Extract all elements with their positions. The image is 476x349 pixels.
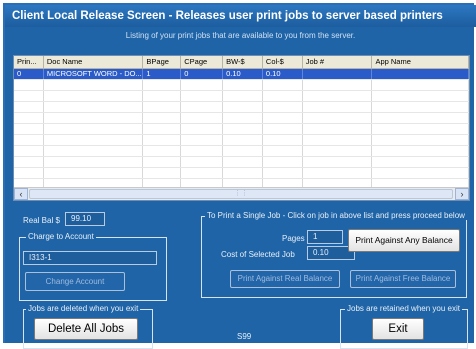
column-header-col-cost[interactable]: Col-$ — [263, 56, 303, 68]
column-header-doc-name[interactable]: Doc Name — [44, 56, 144, 68]
empty-row — [14, 157, 469, 168]
cell-app-name — [372, 69, 469, 79]
empty-row — [14, 135, 469, 146]
table-row[interactable]: 0 MICROSOFT WORD - DO... 1 0 0.10 0.10 — [14, 69, 469, 80]
cell-bpage: 1 — [143, 69, 182, 79]
empty-row — [14, 91, 469, 102]
empty-row — [14, 102, 469, 113]
pages-label: Pages — [282, 234, 305, 243]
cell-cpage: 0 — [181, 69, 224, 79]
real-balance-label: Real Bal $ — [23, 216, 60, 225]
pages-value: 1 — [307, 230, 343, 244]
column-header-cpage[interactable]: CPage — [181, 56, 224, 68]
exit-button[interactable]: Exit — [372, 318, 424, 340]
scroll-left-icon[interactable]: ‹ — [14, 188, 28, 200]
table-rows: 0 MICROSOFT WORD - DO... 1 0 0.10 0.10 — [14, 69, 469, 187]
column-header-job-number[interactable]: Job # — [303, 56, 373, 68]
list-subtitle: Listing of your print jobs that are avai… — [125, 31, 356, 40]
print-real-balance-button[interactable]: Print Against Real Balance — [230, 270, 340, 288]
empty-row — [14, 168, 469, 179]
delete-all-jobs-button[interactable]: Delete All Jobs — [34, 318, 138, 340]
cell-printer: 0 — [14, 69, 44, 79]
print-any-balance-button[interactable]: Print Against Any Balance — [348, 229, 460, 252]
empty-row — [14, 113, 469, 124]
column-header-app-name[interactable]: App Name — [372, 56, 469, 68]
column-header-bpage[interactable]: BPage — [143, 56, 182, 68]
charge-account-legend: Charge to Account — [26, 232, 96, 241]
empty-row — [14, 179, 469, 187]
real-balance-value: 99.10 — [65, 212, 105, 226]
change-account-button[interactable]: Change Account — [25, 272, 125, 291]
cell-bw-cost: 0.10 — [223, 69, 263, 79]
scroll-right-icon[interactable]: › — [455, 188, 469, 200]
charge-account-field[interactable]: I313-1 — [23, 251, 157, 265]
empty-row — [14, 146, 469, 157]
table-header: Prin... Doc Name BPage CPage BW-$ Col-$ … — [14, 56, 469, 69]
column-header-bw-cost[interactable]: BW-$ — [223, 56, 263, 68]
cost-label: Cost of Selected Job — [221, 250, 295, 259]
cell-job-number — [303, 69, 373, 79]
column-header-printer[interactable]: Prin... — [14, 56, 44, 68]
horizontal-scrollbar[interactable]: ‹ ⋮⋮ › — [14, 187, 469, 200]
print-free-balance-button[interactable]: Print Against Free Balance — [350, 270, 456, 288]
charge-account-group: Charge to Account — [19, 232, 167, 301]
single-job-legend: To Print a Single Job - Click on job in … — [205, 211, 467, 220]
empty-row — [14, 80, 469, 91]
jobs-retained-legend: Jobs are retained when you exit — [345, 304, 462, 313]
release-window: Client Local Release Screen - Releases u… — [3, 3, 476, 349]
window-title: Client Local Release Screen - Releases u… — [5, 5, 476, 27]
cell-doc-name: MICROSOFT WORD - DO... — [44, 69, 144, 79]
scrollbar-thumb[interactable]: ⋮⋮ — [29, 189, 453, 199]
jobs-deleted-legend: Jobs are deleted when you exit — [26, 304, 141, 313]
jobs-table[interactable]: Prin... Doc Name BPage CPage BW-$ Col-$ … — [13, 55, 470, 201]
cell-col-cost: 0.10 — [263, 69, 303, 79]
empty-row — [14, 124, 469, 135]
